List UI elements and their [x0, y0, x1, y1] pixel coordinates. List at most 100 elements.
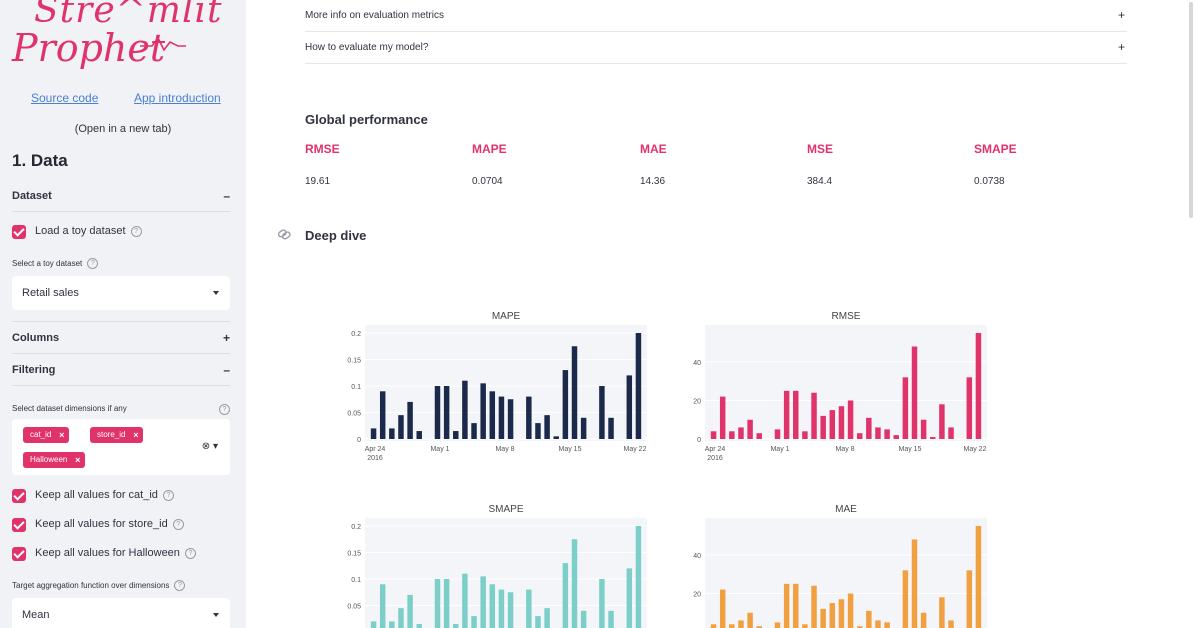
smape-bar	[389, 621, 395, 628]
mape-bar	[544, 415, 550, 439]
deep-dive-charts: MAPE 0 0.05 0.1 0.15 0.2 Apr 24 2016 May 1 May 8 M…	[347, 311, 987, 628]
mape-bar	[599, 386, 605, 439]
mae-bar	[710, 624, 717, 628]
mae-bar	[847, 593, 854, 628]
rmse-x-tick-label: May 8	[835, 446, 854, 453]
smape-bar	[416, 624, 422, 628]
mape-y-tick-label: 0.2	[351, 331, 361, 338]
rmse-bar	[719, 396, 726, 439]
rmse-bar	[884, 429, 890, 439]
mae-bar	[747, 612, 753, 628]
rmse-bar	[838, 406, 845, 439]
mape-y-tick-label: 0.1	[351, 384, 361, 391]
mae-bar	[774, 622, 781, 628]
rmse-bar	[820, 415, 826, 439]
mae-bar	[911, 539, 918, 628]
rmse-bar	[811, 392, 817, 439]
rmse-x-tick-label: May 15	[899, 446, 922, 453]
rmse-bar	[756, 433, 762, 439]
mae-bar	[975, 526, 982, 628]
rmse-bar	[911, 346, 918, 439]
smape-y-tick-label: 0.05	[347, 604, 361, 611]
rmse-bar	[829, 410, 836, 439]
smape-bar	[571, 539, 578, 628]
mae-bar	[884, 622, 890, 628]
mape-bar	[416, 431, 422, 439]
mape-bar	[370, 428, 377, 439]
mae-bar	[793, 583, 799, 628]
smape-chart-title: SMAPE	[488, 504, 523, 515]
mape-y-tick-label: 0.15	[347, 358, 361, 365]
rmse-y-tick-label: 20	[693, 398, 701, 405]
mae-bar	[783, 583, 790, 628]
rmse-bar	[948, 427, 954, 439]
mae-bar	[820, 608, 826, 628]
rmse-plot-area	[705, 325, 987, 441]
mae-bar	[966, 570, 973, 628]
mape-bar	[535, 423, 541, 439]
rmse-bar	[847, 400, 854, 439]
mape-bar	[635, 333, 642, 439]
mape-bar	[553, 436, 559, 439]
rmse-bar	[902, 377, 909, 439]
rmse-bar	[710, 431, 717, 439]
smape-bar	[626, 568, 633, 628]
rmse-bar	[866, 417, 872, 439]
smape-bar	[434, 579, 441, 628]
smape-bar	[379, 584, 386, 628]
smape-bar	[370, 621, 377, 628]
mape-x-tick-label: May 1	[430, 446, 449, 453]
smape-bar	[407, 594, 413, 628]
mape-bar	[407, 401, 413, 439]
mae-bar	[875, 620, 881, 628]
mae-bar	[948, 620, 954, 628]
rmse-bar	[793, 390, 799, 439]
smape-bar	[635, 526, 642, 628]
mae-y-tick-label: 20	[693, 591, 701, 598]
rmse-bar	[738, 427, 744, 439]
mape-x-tick-label: May 15	[559, 446, 582, 453]
smape-bar	[544, 608, 550, 628]
rmse-bar	[939, 404, 945, 439]
smape-bar	[462, 573, 468, 628]
mape-bar	[434, 386, 441, 439]
mae-bar	[902, 570, 909, 628]
mae-plot-area	[705, 518, 987, 628]
rmse-bar	[747, 419, 753, 439]
rmse-bar	[975, 333, 982, 439]
smape-plot-area	[365, 518, 647, 628]
mape-bar	[571, 346, 578, 439]
rmse-bar	[893, 435, 899, 439]
mae-bar	[719, 589, 726, 628]
mae-chart-title: MAE	[835, 504, 857, 515]
rmse-bar	[729, 431, 735, 439]
rmse-x-tick-label: May 1	[770, 446, 789, 453]
mape-bar	[462, 380, 468, 439]
rmse-bar	[966, 377, 973, 439]
mape-bar	[498, 396, 505, 439]
smape-bar	[608, 610, 614, 628]
smape-bar	[398, 608, 404, 628]
smape-y-tick-label: 0.1	[351, 577, 361, 584]
smape-bar	[498, 589, 505, 628]
mape-bar	[398, 415, 404, 439]
mae-y-tick-label: 40	[693, 553, 701, 560]
mae-bar	[838, 599, 845, 628]
rmse-x-tick-label: Apr 24	[705, 446, 726, 453]
rmse-y-tick-label: 40	[693, 360, 701, 367]
mape-bar	[480, 383, 486, 439]
mape-bar	[562, 370, 569, 439]
smape-bar	[562, 563, 569, 628]
mape-x-tick-label: May 22	[624, 446, 647, 453]
mae-bar	[738, 620, 744, 628]
smape-bar	[535, 616, 541, 628]
mape-x-tick-label: 2016	[367, 455, 383, 462]
mape-bar	[379, 391, 386, 439]
rmse-bar	[783, 390, 790, 439]
smape-y-tick-label: 0.15	[347, 551, 361, 558]
rmse-x-tick-label: 2016	[707, 455, 723, 462]
smape-bar	[526, 589, 532, 628]
rmse-chart-title: RMSE	[832, 311, 861, 322]
mae-bar	[802, 624, 808, 628]
smape-bar	[443, 579, 450, 628]
